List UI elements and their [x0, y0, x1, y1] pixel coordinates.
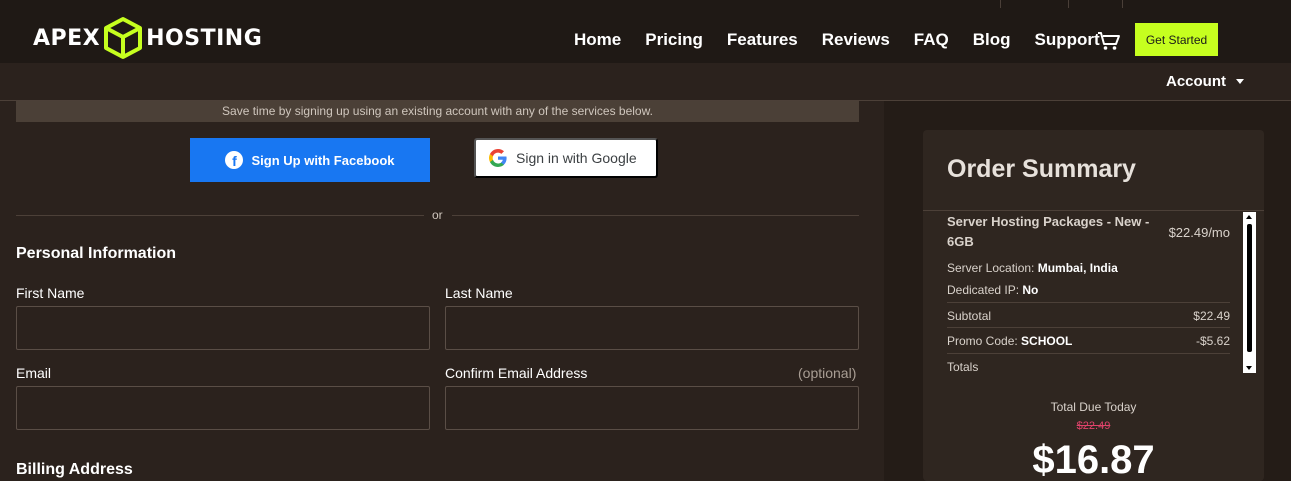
top-divider	[1000, 0, 1001, 8]
dedicated-ip-label: Dedicated IP:	[947, 283, 1020, 297]
email-label: Email	[16, 365, 52, 381]
first-name-label: First Name	[16, 285, 85, 301]
brand-logo-right-text: HOSTING	[146, 25, 263, 51]
facebook-signup-label: Sign Up with Facebook	[251, 152, 395, 168]
nav-support-link[interactable]: Support	[1035, 30, 1100, 50]
google-signin-button[interactable]: Sign in with Google	[474, 138, 658, 178]
account-bar	[0, 63, 1291, 101]
top-divider	[1068, 0, 1069, 8]
confirm-email-label: Confirm Email Address	[445, 365, 588, 381]
order-items-scrollbar[interactable]	[1243, 212, 1256, 373]
cart-icon[interactable]	[1097, 30, 1121, 52]
nav-blog-link[interactable]: Blog	[973, 30, 1011, 50]
personal-information-heading: Personal Information	[16, 245, 177, 262]
dedicated-ip-detail: Dedicated IP: No	[947, 283, 1038, 297]
account-label: Account	[1166, 73, 1226, 90]
scroll-down-icon[interactable]	[1246, 366, 1252, 370]
server-location-detail: Server Location: Mumbai, India	[947, 261, 1118, 275]
order-item-name: Server Hosting Packages - New - 6GB	[947, 214, 1150, 249]
server-location-value: Mumbai, India	[1037, 261, 1118, 275]
promo-code-row: Promo Code: SCHOOL -$5.62	[947, 327, 1230, 352]
promo-code-value: SCHOOL	[1021, 334, 1073, 348]
brand-logo-left-text: APEX	[33, 25, 101, 51]
last-name-label: Last Name	[445, 285, 513, 301]
main-nav: Home Pricing Features Reviews FAQ Blog S…	[574, 30, 1124, 50]
google-icon	[489, 149, 507, 167]
billing-address-heading: Billing Address	[16, 461, 133, 478]
order-summary-title: Order Summary	[947, 155, 1136, 183]
divider-right	[452, 215, 859, 216]
promo-discount-value: -$5.62	[1195, 334, 1230, 348]
nav-home-link[interactable]: Home	[574, 30, 621, 50]
get-started-button[interactable]: Get Started	[1135, 23, 1218, 56]
scrollbar-thumb[interactable]	[1247, 224, 1252, 352]
nav-reviews-link[interactable]: Reviews	[822, 30, 890, 50]
cube-icon	[104, 17, 143, 59]
server-location-label: Server Location:	[947, 261, 1035, 275]
total-due-label: Total Due Today	[1050, 400, 1137, 414]
nav-pricing-link[interactable]: Pricing	[645, 30, 703, 50]
email-field[interactable]	[16, 386, 430, 430]
or-separator: or	[432, 208, 443, 222]
facebook-signup-button[interactable]: f Sign Up with Facebook	[190, 138, 430, 182]
order-item-price: $22.49/mo	[1168, 225, 1230, 240]
total-due-amount: $16.87	[1032, 438, 1155, 481]
promo-code-label: Promo Code:	[947, 334, 1018, 348]
summary-divider	[923, 210, 1264, 211]
nav-faq-link[interactable]: FAQ	[914, 30, 949, 50]
subtotal-label: Subtotal	[947, 309, 992, 323]
divider-left	[16, 215, 424, 216]
account-menu[interactable]: Account	[1166, 73, 1244, 90]
totals-label: Totals	[947, 360, 979, 374]
optional-hint: (optional)	[798, 365, 857, 381]
promo-code-label-group: Promo Code: SCHOOL	[947, 334, 1072, 348]
dedicated-ip-value: No	[1022, 283, 1039, 297]
confirm-email-field[interactable]	[445, 386, 859, 430]
top-divider	[1122, 0, 1123, 8]
order-items-list[interactable]: Server Hosting Packages - New - 6GB $22.…	[947, 212, 1230, 374]
social-signup-note: Save time by signing up using an existin…	[16, 101, 859, 122]
last-name-field[interactable]	[445, 306, 859, 350]
scroll-up-icon[interactable]	[1246, 215, 1252, 219]
first-name-field[interactable]	[16, 306, 430, 350]
subtotal-row: Subtotal $22.49	[947, 302, 1230, 327]
subtotal-value: $22.49	[1193, 309, 1230, 323]
original-price: $22.49	[1076, 420, 1111, 432]
totals-row: Totals	[947, 353, 1230, 374]
chevron-down-icon	[1236, 79, 1244, 84]
nav-features-link[interactable]: Features	[727, 30, 798, 50]
google-signin-label: Sign in with Google	[516, 150, 637, 166]
facebook-icon: f	[225, 151, 244, 169]
brand-logo[interactable]: APEX HOSTING	[33, 16, 262, 60]
